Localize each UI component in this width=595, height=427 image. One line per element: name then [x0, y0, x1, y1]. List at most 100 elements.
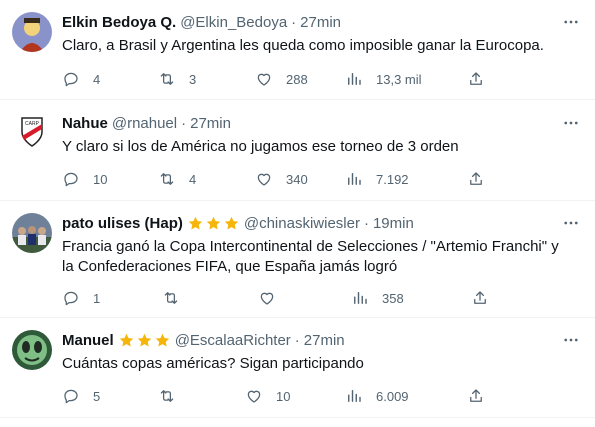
tweet-header: Elkin Bedoya Q. @Elkin_Bedoya · 27min [62, 12, 341, 32]
reply-icon [64, 72, 78, 87]
like-button[interactable]: 10 [245, 386, 290, 406]
separator: · [291, 13, 297, 31]
views-button[interactable]: 358 [351, 288, 404, 308]
timestamp[interactable]: 27min [304, 332, 345, 349]
reply-count: 5 [93, 388, 101, 404]
separator: · [363, 214, 369, 232]
display-name[interactable]: Nahue [62, 115, 108, 132]
timestamp[interactable]: 19min [373, 215, 414, 232]
star-icon [137, 333, 151, 347]
timestamp[interactable]: 27min [190, 115, 231, 132]
tweet-text-line: la Confederaciones FIFA, que España jamá… [62, 258, 398, 275]
retweet-icon [160, 73, 174, 85]
views-button[interactable]: 7.192 [345, 169, 409, 189]
reply-icon [64, 389, 78, 404]
like-icon [257, 73, 271, 86]
like-icon [247, 390, 261, 403]
avatar[interactable] [12, 12, 52, 52]
share-button[interactable] [467, 386, 485, 406]
star-icon [188, 216, 203, 230]
views-button[interactable]: 6.009 [345, 386, 409, 406]
views-icon [348, 173, 361, 185]
like-count: 288 [286, 71, 308, 87]
share-button[interactable] [467, 169, 485, 189]
avatar[interactable]: CARP [12, 112, 52, 152]
share-icon [470, 172, 482, 185]
retweet-button[interactable] [158, 386, 176, 406]
avatar[interactable] [12, 213, 52, 253]
retweet-button[interactable]: 4 [158, 169, 196, 189]
tweet-header: Manuel @EscalaaRichter · 27min [62, 330, 345, 350]
display-name[interactable]: pato ulises (Hap) [62, 215, 183, 232]
avatar[interactable] [12, 330, 52, 370]
tweet-text-line: Cuántas copas américas? Sigan participan… [62, 355, 364, 372]
user-handle[interactable]: @chinaskiwiesler [244, 215, 360, 232]
tweet-header: Nahue @rnahuel · 27min [62, 113, 231, 133]
star-icon [155, 333, 169, 347]
reply-button[interactable]: 10 [62, 169, 107, 189]
star-icon [119, 333, 133, 347]
views-count: 13,3 mil [376, 71, 422, 87]
views-count: 358 [382, 290, 404, 306]
more-icon[interactable] [561, 330, 581, 350]
star-badges [118, 332, 171, 349]
star-icon [206, 216, 221, 230]
views-count: 6.009 [376, 388, 409, 404]
reply-button[interactable]: 1 [62, 288, 100, 308]
views-icon [348, 390, 361, 402]
user-handle[interactable]: @Elkin_Bedoya [180, 14, 287, 31]
tweet-text-line: Y claro si los de América no jugamos ese… [62, 138, 459, 155]
more-icon[interactable] [561, 113, 581, 133]
reply-icon [64, 172, 78, 187]
retweet-icon [164, 292, 178, 304]
reply-count: 1 [93, 290, 101, 306]
tweet-actions: 4 3 288 13,3 mil [62, 69, 492, 89]
share-button[interactable] [471, 288, 489, 308]
tweet-text: Francia ganó la Copa Intercontinental de… [62, 237, 579, 277]
display-name[interactable]: Manuel [62, 332, 114, 349]
more-icon[interactable] [561, 12, 581, 32]
retweet-count: 3 [189, 71, 197, 87]
reply-feed: Elkin Bedoya Q. @Elkin_Bedoya · 27min Cl… [0, 0, 595, 427]
user-handle[interactable]: @EscalaaRichter [175, 332, 291, 349]
star-icon [224, 216, 239, 230]
retweet-icon [160, 173, 174, 185]
timestamp[interactable]: 27min [300, 14, 341, 31]
retweet-button[interactable]: 3 [158, 69, 196, 89]
separator: · [181, 114, 187, 132]
display-name[interactable]: Elkin Bedoya Q. [62, 14, 176, 31]
like-icon [257, 173, 271, 186]
tweet-header: pato ulises (Hap) @chinaskiwiesler · 19m… [62, 213, 414, 233]
reply-button[interactable]: 5 [62, 386, 100, 406]
like-button[interactable]: 340 [255, 169, 308, 189]
views-icon [348, 73, 361, 85]
share-icon [470, 389, 482, 402]
like-button[interactable]: 288 [255, 69, 308, 89]
star-badges [187, 215, 240, 232]
tweet-actions: 5 10 6.009 [62, 386, 492, 406]
retweet-icon [160, 390, 174, 402]
views-button[interactable]: 13,3 mil [345, 69, 422, 89]
share-icon [470, 72, 482, 85]
retweet-count: 4 [189, 171, 197, 187]
tweet[interactable]: Elkin Bedoya Q. @Elkin_Bedoya · 27min Cl… [0, 0, 595, 100]
tweet-text-line: Claro, a Brasil y Argentina les queda co… [62, 37, 544, 54]
tweet-text: Y claro si los de América no jugamos ese… [62, 137, 579, 157]
share-icon [474, 291, 486, 304]
reply-count: 4 [93, 71, 101, 87]
user-handle[interactable]: @rnahuel [112, 115, 177, 132]
tweet[interactable]: Manuel @EscalaaRichter · 27min Cuántas c… [0, 318, 595, 418]
retweet-button[interactable] [162, 288, 180, 308]
tweet-text: Cuántas copas américas? Sigan participan… [62, 354, 579, 374]
more-icon[interactable] [561, 213, 581, 233]
tweet-text: Claro, a Brasil y Argentina les queda co… [62, 36, 579, 56]
like-count: 340 [286, 171, 308, 187]
tweet-actions: 1 358 [62, 288, 492, 308]
reply-count: 10 [93, 171, 108, 187]
tweet[interactable]: pato ulises (Hap) @chinaskiwiesler · 19m… [0, 201, 595, 318]
like-button[interactable] [258, 288, 276, 308]
reply-button[interactable]: 4 [62, 69, 100, 89]
separator: · [294, 331, 300, 349]
share-button[interactable] [467, 69, 485, 89]
tweet[interactable]: CARP Nahue @rnahuel · 27min Y claro si l… [0, 100, 595, 201]
